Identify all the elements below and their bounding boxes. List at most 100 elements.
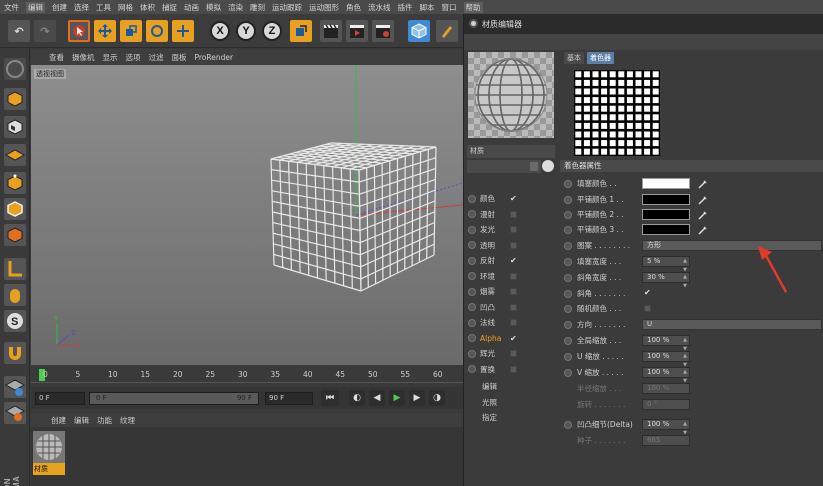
channel-item[interactable]: 颜色 ✔ xyxy=(468,192,517,205)
viewport-menu-item[interactable]: ProRender xyxy=(195,53,234,62)
material-menu-item[interactable]: 编辑 xyxy=(74,415,89,426)
eyedropper-icon[interactable] xyxy=(698,195,708,205)
material-menu-item[interactable]: 创建 xyxy=(51,415,66,426)
menu-item[interactable]: 帮助 xyxy=(463,1,483,13)
radio-icon[interactable] xyxy=(468,256,476,265)
channel-item[interactable]: 发光 xyxy=(468,223,517,236)
pattern-dropdown[interactable]: 方形 xyxy=(642,240,822,251)
channel-item[interactable]: 置换 xyxy=(468,363,517,376)
channel-checkbox[interactable] xyxy=(510,226,517,233)
channel-item[interactable]: Alpha ✔ xyxy=(468,332,517,345)
channel-checkbox[interactable] xyxy=(510,272,517,280)
channel-checkbox[interactable]: ✔ xyxy=(510,257,517,265)
next-key-button[interactable]: ◑ xyxy=(429,390,445,406)
radio-icon[interactable] xyxy=(468,318,476,327)
menu-item[interactable]: 编辑 xyxy=(26,1,45,13)
bevel-checkbox[interactable]: ✔ xyxy=(644,288,651,297)
go-to-start-button[interactable]: ⏮ xyxy=(321,390,339,406)
radio-icon[interactable] xyxy=(564,289,572,298)
render-picture-viewer-button[interactable] xyxy=(346,20,368,42)
menu-item[interactable]: 流水线 xyxy=(368,2,391,13)
radio-icon[interactable] xyxy=(564,273,572,282)
play-button[interactable]: ▶ xyxy=(389,390,405,406)
tile-color-2-swatch[interactable] xyxy=(642,209,690,220)
viewport-menu-item[interactable]: 显示 xyxy=(103,52,118,63)
editor-nav-item[interactable]: 指定 xyxy=(482,412,497,423)
channel-checkbox[interactable] xyxy=(510,350,517,357)
channel-checkbox[interactable] xyxy=(510,288,517,295)
channel-checkbox[interactable] xyxy=(510,210,517,218)
menu-item[interactable]: 角色 xyxy=(346,2,361,13)
menu-item[interactable]: 体积 xyxy=(140,2,155,13)
y-axis-lock-button[interactable]: Y xyxy=(236,21,256,41)
viewport-menu-item[interactable]: 面板 xyxy=(172,52,187,63)
viewport-menu-item[interactable]: 摄像机 xyxy=(72,52,95,63)
radio-icon[interactable] xyxy=(564,368,572,377)
menu-item[interactable]: 雕刻 xyxy=(250,2,265,13)
cube-object-button[interactable] xyxy=(408,20,430,42)
redo-button[interactable]: ↷ xyxy=(34,20,56,42)
radio-icon[interactable] xyxy=(564,420,572,429)
end-frame-field[interactable]: 90 F xyxy=(265,392,313,405)
radio-icon[interactable] xyxy=(468,210,476,218)
random-color-checkbox[interactable] xyxy=(644,305,651,312)
channel-item[interactable]: 反射 ✔ xyxy=(468,254,517,267)
menu-item[interactable]: 动画 xyxy=(184,2,199,13)
radio-icon[interactable] xyxy=(564,257,572,266)
material-thumbnail[interactable] xyxy=(33,431,65,463)
move-tool-button[interactable] xyxy=(94,20,116,42)
polygons-mode-button[interactable] xyxy=(4,224,26,246)
rotate-tool-button[interactable] xyxy=(146,20,168,42)
material-thumb-label[interactable]: 材质 xyxy=(33,463,65,475)
radio-icon[interactable] xyxy=(468,194,476,203)
menu-item[interactable]: 选择 xyxy=(74,2,89,13)
menu-item[interactable]: 脚本 xyxy=(420,2,435,13)
viewport-menu-item[interactable]: 选项 xyxy=(126,52,141,63)
snapping-button[interactable]: S xyxy=(4,310,26,332)
spinner-icon[interactable]: ▲ ▼ xyxy=(683,273,687,291)
channel-item[interactable]: 环境 xyxy=(468,270,517,283)
scale-tool-button[interactable] xyxy=(120,20,142,42)
menu-item[interactable]: 渲染 xyxy=(228,2,243,13)
eyedropper-icon[interactable] xyxy=(698,210,708,220)
axis-mode-button[interactable] xyxy=(4,258,26,280)
radio-icon[interactable] xyxy=(564,352,572,361)
radio-icon[interactable] xyxy=(564,179,572,188)
menu-item[interactable]: 工具 xyxy=(96,2,111,13)
channel-checkbox[interactable] xyxy=(510,241,517,249)
radio-icon[interactable] xyxy=(468,225,476,234)
tile-color-3-swatch[interactable] xyxy=(642,224,690,235)
texture-mode-button[interactable] xyxy=(4,116,26,138)
channel-checkbox[interactable] xyxy=(510,365,517,373)
model-mode-button[interactable] xyxy=(4,88,26,110)
radio-icon[interactable] xyxy=(468,272,476,280)
menu-item[interactable]: 模拟 xyxy=(206,2,221,13)
start-frame-field[interactable]: 0 F xyxy=(35,392,85,405)
u-scale-field[interactable]: 100 % ▲ ▼ xyxy=(642,351,690,368)
x-axis-lock-button[interactable]: X xyxy=(210,21,230,41)
orientation-dropdown[interactable]: U xyxy=(642,319,822,330)
channel-item[interactable]: 凹凸 xyxy=(468,301,517,314)
next-frame-button[interactable]: ▶ xyxy=(409,390,425,406)
radio-icon[interactable] xyxy=(564,210,572,219)
menu-item[interactable]: 插件 xyxy=(398,2,413,13)
radio-icon[interactable] xyxy=(468,349,476,358)
radio-icon[interactable] xyxy=(468,334,476,342)
add-tool-button[interactable] xyxy=(172,20,194,42)
material-preview-sphere[interactable] xyxy=(468,52,554,138)
channel-checkbox[interactable] xyxy=(510,319,517,326)
material-pick-button[interactable] xyxy=(542,160,554,172)
menu-item[interactable]: 文件 xyxy=(4,2,19,13)
tweak-mode-button[interactable] xyxy=(4,284,26,306)
coordinate-system-button[interactable] xyxy=(290,20,312,42)
select-tool-button[interactable] xyxy=(68,20,90,42)
viewport-menu-item[interactable]: 查看 xyxy=(49,52,64,63)
material-menu-item[interactable]: 纹理 xyxy=(120,415,135,426)
radio-icon[interactable] xyxy=(468,365,476,373)
channel-item[interactable]: 辉光 xyxy=(468,347,517,360)
perspective-viewport[interactable]: 透视视图 Y X Z xyxy=(31,65,463,365)
material-editor-titlebar[interactable]: 材质编辑器 xyxy=(464,14,823,34)
radio-icon[interactable] xyxy=(564,320,572,329)
channel-checkbox[interactable]: ✔ xyxy=(510,334,517,342)
menu-item[interactable]: 创建 xyxy=(52,2,67,13)
